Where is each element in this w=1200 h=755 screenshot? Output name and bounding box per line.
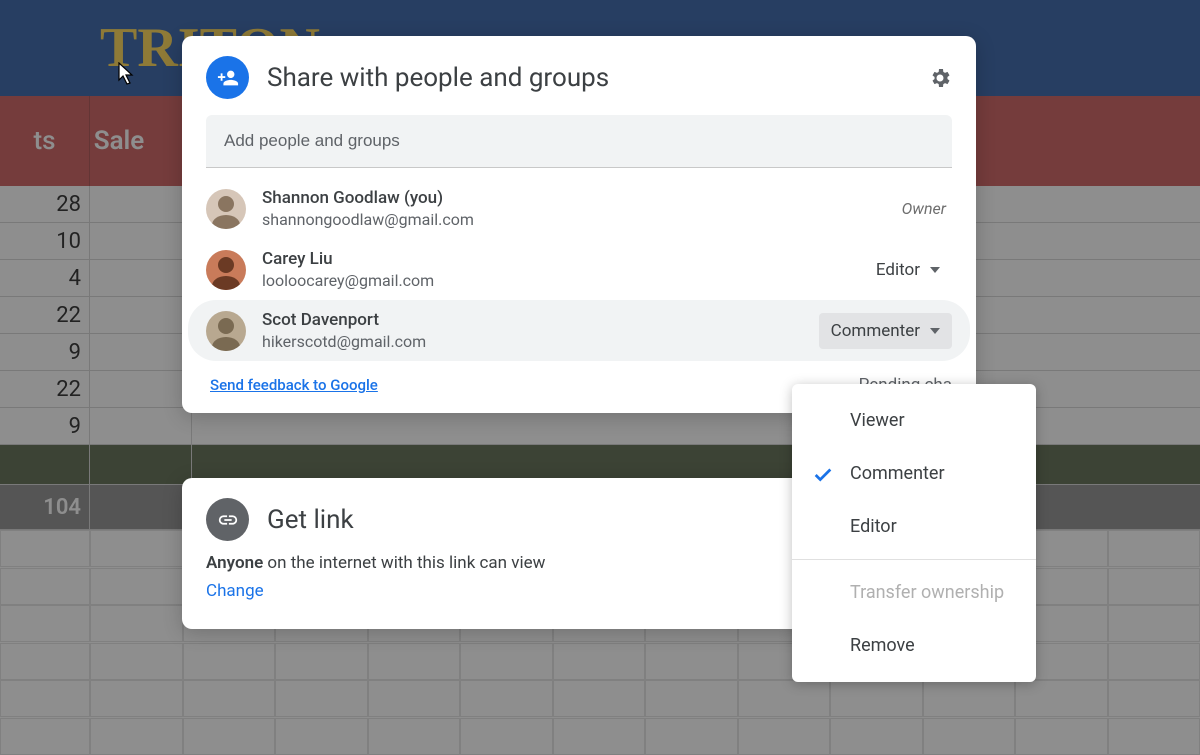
share-dialog-title: Share with people and groups	[267, 63, 910, 93]
share-dialog: Share with people and groups Shannon Goo…	[182, 36, 976, 413]
person-name: Carey Liu	[262, 249, 848, 269]
role-label: Editor	[876, 260, 920, 280]
people-add-icon	[206, 56, 249, 99]
person-email: shannongoodlaw@gmail.com	[262, 210, 886, 229]
person-row-commenter: Scot Davenport hikerscotd@gmail.com Comm…	[188, 300, 970, 361]
role-dropdown-commenter[interactable]: Commenter	[819, 313, 952, 349]
person-info: Carey Liu looloocarey@gmail.com	[262, 249, 848, 290]
avatar	[206, 250, 246, 290]
role-dropdown-editor[interactable]: Editor	[864, 252, 952, 288]
role-label: Commenter	[831, 321, 920, 341]
person-email: hikerscotd@gmail.com	[262, 332, 803, 351]
avatar	[206, 189, 246, 229]
role-owner-label: Owner	[902, 199, 952, 218]
menu-item-editor[interactable]: Editor	[792, 500, 1036, 553]
person-name: Shannon Goodlaw (you)	[262, 188, 886, 208]
menu-item-viewer[interactable]: Viewer	[792, 394, 1036, 447]
link-icon	[206, 498, 249, 541]
menu-item-remove[interactable]: Remove	[792, 619, 1036, 672]
chevron-down-icon	[930, 328, 940, 334]
menu-divider	[792, 559, 1036, 560]
avatar	[206, 311, 246, 351]
chevron-down-icon	[930, 267, 940, 273]
change-link-button[interactable]: Change	[206, 581, 264, 601]
menu-item-commenter[interactable]: Commenter	[792, 447, 1036, 500]
person-email: looloocarey@gmail.com	[262, 271, 848, 290]
person-info: Scot Davenport hikerscotd@gmail.com	[262, 310, 803, 351]
person-row-editor: Carey Liu looloocarey@gmail.com Editor	[188, 239, 970, 300]
settings-button[interactable]	[928, 66, 952, 90]
share-dialog-header: Share with people and groups	[182, 56, 976, 115]
getlink-anyone-bold: Anyone	[206, 553, 263, 573]
add-people-input[interactable]	[206, 115, 952, 168]
person-row-owner: Shannon Goodlaw (you) shannongoodlaw@gma…	[188, 178, 970, 239]
people-list: Shannon Goodlaw (you) shannongoodlaw@gma…	[182, 168, 976, 361]
person-info: Shannon Goodlaw (you) shannongoodlaw@gma…	[262, 188, 886, 229]
role-dropdown-menu: Viewer Commenter Editor Transfer ownersh…	[792, 384, 1036, 682]
check-icon	[812, 464, 832, 484]
feedback-link[interactable]: Send feedback to Google	[210, 376, 378, 394]
person-name: Scot Davenport	[262, 310, 803, 330]
menu-item-transfer-ownership: Transfer ownership	[792, 566, 1036, 619]
